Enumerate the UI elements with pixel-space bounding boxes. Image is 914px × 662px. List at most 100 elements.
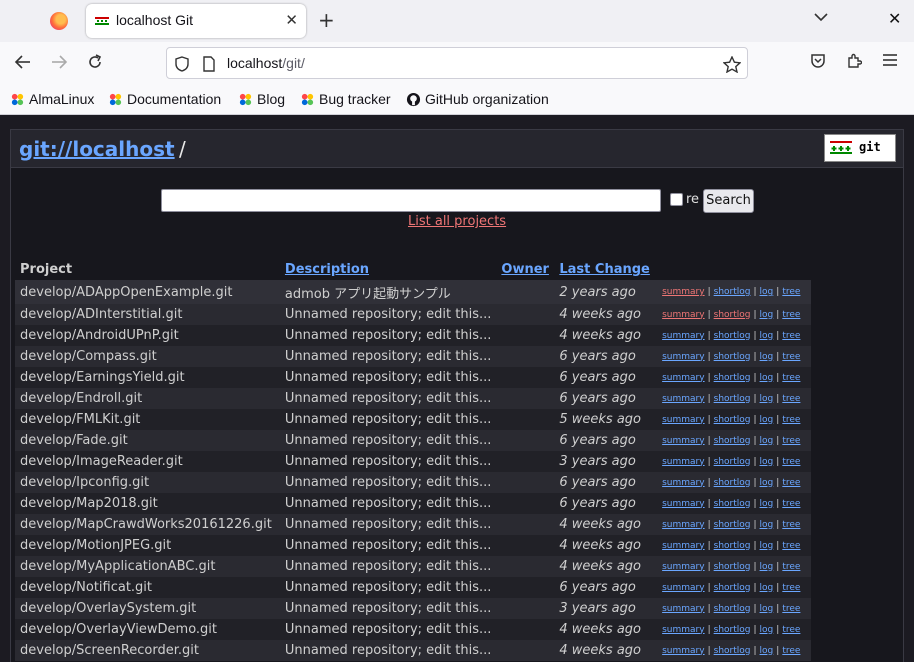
link-log[interactable]: log bbox=[760, 436, 774, 446]
link-summary[interactable]: summary bbox=[662, 520, 704, 530]
link-summary[interactable]: summary bbox=[662, 373, 704, 383]
link-tree[interactable]: tree bbox=[782, 310, 800, 320]
link-log[interactable]: log bbox=[760, 541, 774, 551]
url-text[interactable]: localhost/git/ bbox=[227, 55, 305, 71]
link-summary[interactable]: summary bbox=[662, 478, 704, 488]
back-arrow-icon[interactable] bbox=[14, 53, 32, 71]
link-tree[interactable]: tree bbox=[782, 331, 800, 341]
link-tree[interactable]: tree bbox=[782, 457, 800, 467]
link-tree[interactable]: tree bbox=[782, 583, 800, 593]
link-shortlog[interactable]: shortlog bbox=[714, 373, 751, 383]
link-summary[interactable]: summary bbox=[662, 562, 704, 572]
menu-icon[interactable] bbox=[882, 53, 898, 67]
link-log[interactable]: log bbox=[760, 625, 774, 635]
link-summary[interactable]: summary bbox=[662, 436, 704, 446]
link-shortlog[interactable]: shortlog bbox=[714, 520, 751, 530]
git-logo[interactable]: git bbox=[824, 134, 896, 162]
link-log[interactable]: log bbox=[760, 415, 774, 425]
bookmark-almalinux[interactable]: AlmaLinux bbox=[10, 91, 94, 107]
chevron-down-icon[interactable] bbox=[814, 12, 828, 22]
link-tree[interactable]: tree bbox=[782, 415, 800, 425]
tab-close-icon[interactable]: ✕ bbox=[285, 11, 298, 29]
link-shortlog[interactable]: shortlog bbox=[714, 457, 751, 467]
link-shortlog[interactable]: shortlog bbox=[714, 562, 751, 572]
link-tree[interactable]: tree bbox=[782, 352, 800, 362]
project-name-link[interactable]: develop/Map2018.git bbox=[15, 493, 280, 514]
link-log[interactable]: log bbox=[760, 499, 774, 509]
project-name-link[interactable]: develop/MyApplicationABC.git bbox=[15, 556, 280, 577]
star-icon[interactable] bbox=[723, 56, 741, 73]
link-shortlog[interactable]: shortlog bbox=[714, 331, 751, 341]
project-name-link[interactable]: develop/ADAppOpenExample.git bbox=[15, 280, 280, 304]
link-log[interactable]: log bbox=[760, 478, 774, 488]
link-log[interactable]: log bbox=[760, 520, 774, 530]
link-tree[interactable]: tree bbox=[782, 625, 800, 635]
link-summary[interactable]: summary bbox=[662, 646, 704, 656]
link-tree[interactable]: tree bbox=[782, 646, 800, 656]
link-log[interactable]: log bbox=[760, 457, 774, 467]
link-summary[interactable]: summary bbox=[662, 625, 704, 635]
project-name-link[interactable]: develop/OverlaySystem.git bbox=[15, 598, 280, 619]
tab-localhost-git[interactable]: localhost Git ✕ bbox=[86, 4, 306, 38]
link-summary[interactable]: summary bbox=[662, 287, 704, 297]
link-tree[interactable]: tree bbox=[782, 499, 800, 509]
link-summary[interactable]: summary bbox=[662, 415, 704, 425]
regex-checkbox[interactable] bbox=[670, 193, 683, 206]
bookmark-documentation[interactable]: Documentation bbox=[108, 91, 221, 107]
new-tab-icon[interactable]: + bbox=[318, 9, 335, 31]
project-name-link[interactable]: develop/ADInterstitial.git bbox=[15, 304, 280, 325]
search-button[interactable]: Search bbox=[703, 189, 754, 213]
project-name-link[interactable]: develop/EarningsYield.git bbox=[15, 367, 280, 388]
forward-arrow-icon[interactable] bbox=[50, 53, 68, 71]
link-summary[interactable]: summary bbox=[662, 604, 704, 614]
link-tree[interactable]: tree bbox=[782, 562, 800, 572]
link-log[interactable]: log bbox=[760, 287, 774, 297]
link-tree[interactable]: tree bbox=[782, 436, 800, 446]
link-shortlog[interactable]: shortlog bbox=[714, 541, 751, 551]
link-log[interactable]: log bbox=[760, 562, 774, 572]
link-tree[interactable]: tree bbox=[782, 287, 800, 297]
header-last-change[interactable]: Last Change bbox=[554, 259, 657, 280]
home-link[interactable]: git://localhost bbox=[19, 137, 175, 161]
project-name-link[interactable]: develop/Ipconfig.git bbox=[15, 472, 280, 493]
project-name-link[interactable]: develop/FMLKit.git bbox=[15, 409, 280, 430]
project-name-link[interactable]: develop/MotionJPEG.git bbox=[15, 535, 280, 556]
bookmark-bug-tracker[interactable]: Bug tracker bbox=[300, 91, 391, 107]
project-name-link[interactable]: develop/Compass.git bbox=[15, 346, 280, 367]
project-name-link[interactable]: develop/OverlayViewDemo.git bbox=[15, 619, 280, 640]
project-name-link[interactable]: develop/MapCrawdWorks20161226.git bbox=[15, 514, 280, 535]
link-log[interactable]: log bbox=[760, 310, 774, 320]
link-log[interactable]: log bbox=[760, 352, 774, 362]
list-all-projects-link[interactable]: List all projects bbox=[408, 214, 506, 229]
link-shortlog[interactable]: shortlog bbox=[714, 604, 751, 614]
link-shortlog[interactable]: shortlog bbox=[714, 352, 751, 362]
header-description[interactable]: Description bbox=[280, 259, 496, 280]
link-log[interactable]: log bbox=[760, 583, 774, 593]
search-input[interactable] bbox=[161, 189, 661, 212]
link-log[interactable]: log bbox=[760, 604, 774, 614]
project-name-link[interactable]: develop/ImageReader.git bbox=[15, 451, 280, 472]
project-name-link[interactable]: develop/AndroidUPnP.git bbox=[15, 325, 280, 346]
link-log[interactable]: log bbox=[760, 331, 774, 341]
link-summary[interactable]: summary bbox=[662, 499, 704, 509]
link-summary[interactable]: summary bbox=[662, 583, 704, 593]
link-log[interactable]: log bbox=[760, 373, 774, 383]
project-name-link[interactable]: develop/ScreenRecorder.git bbox=[15, 640, 280, 661]
link-log[interactable]: log bbox=[760, 394, 774, 404]
reload-icon[interactable] bbox=[86, 53, 104, 71]
link-summary[interactable]: summary bbox=[662, 352, 704, 362]
link-log[interactable]: log bbox=[760, 646, 774, 656]
extensions-icon[interactable] bbox=[846, 53, 862, 69]
link-shortlog[interactable]: shortlog bbox=[714, 625, 751, 635]
shield-icon[interactable] bbox=[175, 56, 189, 72]
window-close-icon[interactable]: ✕ bbox=[888, 9, 901, 28]
link-tree[interactable]: tree bbox=[782, 604, 800, 614]
link-shortlog[interactable]: shortlog bbox=[714, 394, 751, 404]
link-shortlog[interactable]: shortlog bbox=[714, 310, 751, 320]
link-summary[interactable]: summary bbox=[662, 541, 704, 551]
link-tree[interactable]: tree bbox=[782, 373, 800, 383]
project-name-link[interactable]: develop/Fade.git bbox=[15, 430, 280, 451]
link-shortlog[interactable]: shortlog bbox=[714, 436, 751, 446]
url-bar[interactable]: localhost/git/ bbox=[166, 47, 748, 79]
project-name-link[interactable]: develop/Notificat.git bbox=[15, 577, 280, 598]
